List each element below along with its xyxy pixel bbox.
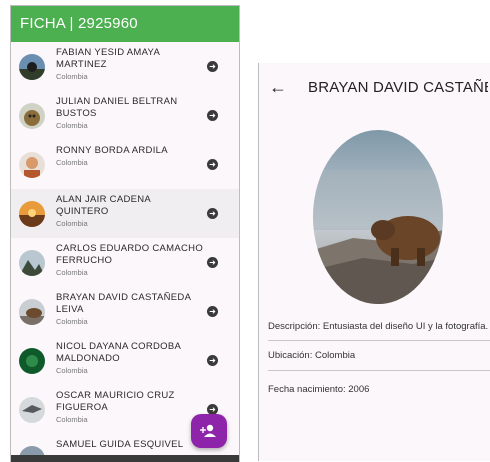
bear-photo bbox=[313, 130, 443, 304]
arrow-forward-icon[interactable]: ➜ bbox=[207, 159, 218, 170]
student-name: CARLOS EDUARDO CAMACHO FERRUCHO bbox=[56, 243, 204, 266]
app-bar-title: FICHA | 2925960 bbox=[11, 6, 239, 42]
student-name: OSCAR MAURICIO CRUZ FIGUEROA bbox=[56, 390, 175, 413]
add-person-button[interactable] bbox=[191, 414, 227, 448]
bear-avatar bbox=[19, 299, 45, 325]
student-name: RONNY BORDA ARDILA bbox=[56, 145, 168, 156]
arrow-forward-icon[interactable]: ➜ bbox=[207, 61, 218, 72]
divider bbox=[268, 340, 490, 341]
student-country: Colombia bbox=[56, 268, 88, 277]
student-country: Colombia bbox=[56, 72, 88, 81]
student-country: Colombia bbox=[56, 366, 88, 375]
student-name: FABIAN YESID AMAYA MARTINEZ bbox=[56, 47, 160, 70]
landscape-avatar bbox=[19, 54, 45, 80]
student-country: Colombia bbox=[56, 219, 88, 228]
person-avatar bbox=[19, 152, 45, 178]
student-list[interactable]: FABIAN YESID AMAYA MARTINEZ Colombia ➜ J… bbox=[11, 42, 239, 462]
student-country: Colombia bbox=[56, 317, 88, 326]
mountain-avatar bbox=[19, 250, 45, 276]
student-name: SAMUEL GUIDA ESQUIVEL bbox=[56, 439, 184, 450]
list-item[interactable]: NICOL DAYANA CORDOBA MALDONADO Colombia … bbox=[11, 336, 239, 385]
student-name: NICOL DAYANA CORDOBA MALDONADO bbox=[56, 341, 181, 364]
divider bbox=[268, 370, 490, 371]
student-name: ALAN JAIR CADENA QUINTERO bbox=[56, 194, 151, 217]
arrow-forward-icon[interactable]: ➜ bbox=[207, 306, 218, 317]
student-country: Colombia bbox=[56, 415, 88, 424]
list-item[interactable]: CARLOS EDUARDO CAMACHO FERRUCHO Colombia… bbox=[11, 238, 239, 287]
arrow-forward-icon[interactable]: ➜ bbox=[207, 110, 218, 121]
list-item[interactable]: BRAYAN DAVID CASTAÑEDA LEIVA Colombia ➜ bbox=[11, 287, 239, 336]
green-avatar bbox=[19, 348, 45, 374]
sunset-avatar bbox=[19, 201, 45, 227]
list-item[interactable]: FABIAN YESID AMAYA MARTINEZ Colombia ➜ bbox=[11, 42, 239, 91]
bird-avatar bbox=[19, 397, 45, 423]
student-name: JULIAN DANIEL BELTRAN BUSTOS bbox=[56, 96, 178, 119]
student-country: Colombia bbox=[56, 121, 88, 130]
list-item[interactable]: RONNY BORDA ARDILA Colombia ➜ bbox=[11, 140, 239, 189]
description-text: Descripción: Entusiasta del diseño UI y … bbox=[268, 321, 489, 332]
detail-title: BRAYAN DAVID CASTAÑE... bbox=[308, 79, 488, 96]
arrow-forward-icon[interactable]: ➜ bbox=[207, 208, 218, 219]
student-country: Colombia bbox=[56, 158, 88, 167]
add-person-icon bbox=[200, 424, 216, 437]
list-item[interactable]: JULIAN DANIEL BELTRAN BUSTOS Colombia ➜ bbox=[11, 91, 239, 140]
arrow-forward-icon[interactable]: ➜ bbox=[207, 257, 218, 268]
arrow-forward-icon[interactable]: ➜ bbox=[207, 355, 218, 366]
location-text: Ubicación: Colombia bbox=[268, 350, 356, 361]
student-list-screen: FICHA | 2925960 FABIAN YESID AMAYA MARTI… bbox=[10, 5, 240, 462]
list-item[interactable]: ALAN JAIR CADENA QUINTERO Colombia ➜ bbox=[11, 189, 239, 238]
cat-avatar bbox=[19, 103, 45, 129]
birth-date-text: Fecha nacimiento: 2006 bbox=[268, 384, 370, 395]
back-arrow-icon[interactable]: ← bbox=[269, 77, 287, 97]
student-detail-screen: ← BRAYAN DAVID CASTAÑE... Descripción: E… bbox=[258, 63, 490, 461]
student-name: BRAYAN DAVID CASTAÑEDA LEIVA bbox=[56, 292, 191, 315]
